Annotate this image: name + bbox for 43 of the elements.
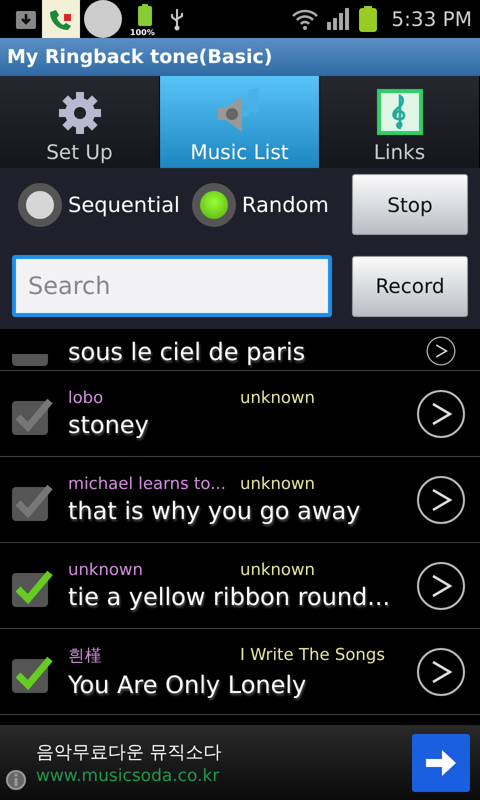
album-name: I Write The Songs <box>240 644 385 666</box>
battery-percent: 100% <box>130 28 155 37</box>
ad-banner[interactable]: 음악무료다운 뮤직소다 www.musicsoda.co.kr <box>0 725 480 800</box>
record-button[interactable]: Record <box>352 256 468 316</box>
usb-icon <box>168 7 186 31</box>
battery-icon <box>138 4 152 26</box>
treble-clef-icon <box>376 88 424 136</box>
clock: 5:33 PM <box>391 7 472 31</box>
tab[interactable]: Set Up <box>0 76 160 168</box>
artist-name: michael learns to... <box>68 474 227 493</box>
gear-icon <box>56 90 102 136</box>
app-notification-icon <box>42 0 80 38</box>
song-title: tie a yellow ribbon round... <box>68 583 392 611</box>
stop-button[interactable]: Stop <box>352 174 468 235</box>
tab[interactable]: Links <box>320 76 480 168</box>
song-title: stoney <box>68 411 150 439</box>
album-name: unknown <box>240 560 315 579</box>
artist-name: unknown <box>68 560 144 579</box>
checkbox[interactable] <box>12 354 48 366</box>
album-name: unknown <box>240 388 315 407</box>
search-field[interactable]: Search <box>12 255 332 317</box>
app-title: My Ringback tone(Basic) <box>7 46 272 68</box>
album-name: unknown <box>240 474 315 493</box>
arrow-right-icon[interactable] <box>412 734 470 792</box>
ad-url: www.musicsoda.co.kr <box>36 766 220 786</box>
circle-icon <box>84 0 122 38</box>
chevron-circle-icon[interactable] <box>416 560 466 610</box>
song-title: You Are Only Lonely <box>68 670 308 698</box>
signal-icon <box>327 8 352 30</box>
chevron-circle-icon[interactable] <box>416 474 466 524</box>
radio-option[interactable]: Sequential <box>12 182 180 226</box>
info-icon <box>4 768 28 792</box>
artist-name: lobo <box>68 388 104 407</box>
chevron-circle-icon[interactable] <box>416 646 466 696</box>
chevron-circle-icon[interactable] <box>416 388 466 438</box>
tab[interactable]: Music List <box>160 76 320 168</box>
artist-name: 흰槿 <box>68 644 103 666</box>
battery-icon <box>359 6 378 32</box>
radio-option[interactable]: Random <box>186 182 329 226</box>
song-title: that is why you go away <box>68 497 362 525</box>
ad-headline: 음악무료다운 뮤직소다 <box>36 740 222 764</box>
wifi-icon <box>291 8 320 30</box>
song-title: sous le ciel de paris <box>68 338 306 366</box>
